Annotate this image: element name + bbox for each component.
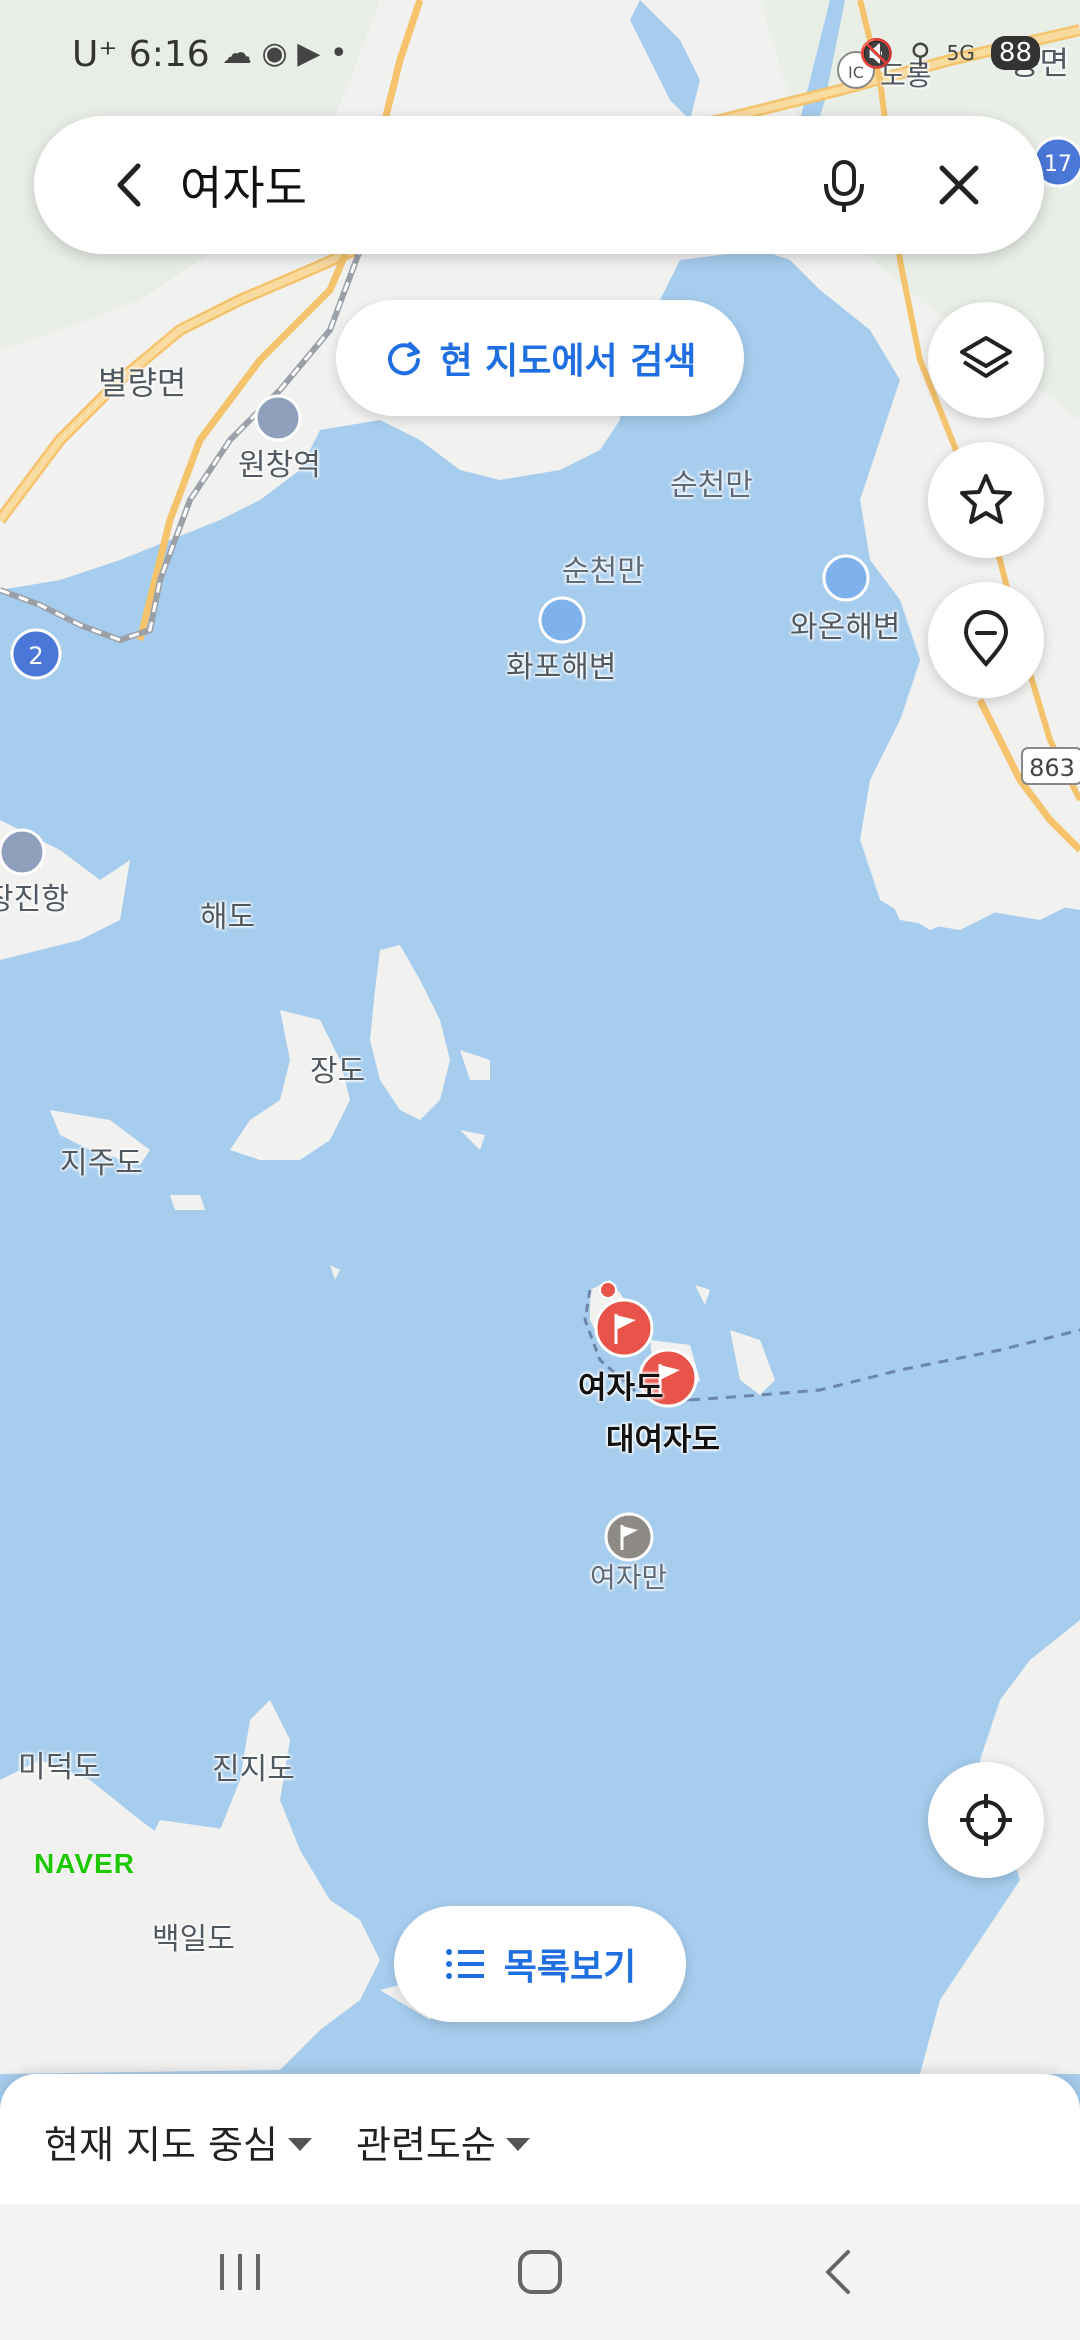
layers-icon: [960, 336, 1012, 378]
crosshair-icon: [960, 1794, 1012, 1846]
refresh-icon: [387, 342, 420, 376]
mute-icon: 🔇: [859, 36, 895, 70]
current-location-button[interactable]: [928, 1762, 1044, 1878]
network-type: 5G: [946, 41, 975, 65]
battery-icon: 88: [990, 36, 1040, 70]
search-current-map-button[interactable]: 현 지도에서 검색: [336, 300, 744, 416]
system-nav-bar: [0, 2204, 1080, 2340]
filter-sort-label: 관련도순: [356, 2123, 496, 2167]
map-label-byeolryang: 별량면: [98, 364, 187, 402]
map-label-mideokdo: 미덕도: [18, 1750, 101, 1785]
search-current-map-label: 현 지도에서 검색: [439, 341, 697, 382]
map-label-wonchang-station[interactable]: 원창역: [238, 440, 321, 484]
map-label-jangdo: 장도: [310, 1054, 366, 1089]
list-view-label: 목록보기: [503, 1947, 637, 1988]
location-icon: ⚲: [910, 36, 931, 70]
favorites-button[interactable]: [928, 442, 1044, 558]
filter-sort[interactable]: 관련도순: [356, 2114, 530, 2169]
map-label-jangjin-port[interactable]: 장진항: [0, 874, 69, 918]
location-pin-button[interactable]: [928, 582, 1044, 698]
star-icon: [960, 474, 1012, 524]
status-system-icons: 🔇 ⚲ 5G 88: [859, 36, 1040, 70]
map-label-yeojado[interactable]: 여자도: [578, 1362, 664, 1407]
route-863-text: 863: [1029, 754, 1075, 782]
map-label-wahon-beach[interactable]: 와온해변: [790, 602, 900, 646]
port-icon[interactable]: [0, 828, 46, 876]
beach-icon[interactable]: [822, 554, 870, 602]
map-pin-icon: [963, 610, 1009, 668]
train-station-icon[interactable]: [254, 394, 302, 442]
status-notification-icons: ☁ ◉ ▶ •: [222, 36, 348, 71]
close-icon[interactable]: [934, 160, 984, 210]
home-icon[interactable]: [500, 2240, 580, 2304]
map-label-suncheonman-2: 순천만: [562, 554, 645, 589]
microphone-icon[interactable]: [814, 156, 874, 216]
map-label-hwapo-beach[interactable]: 화포해변: [506, 642, 616, 686]
status-bar: U⁺ 6:16 ☁ ◉ ▶ • 🔇 ⚲ 5G 88: [0, 0, 1080, 110]
map-label-suncheonman-1: 순천만: [670, 468, 753, 503]
beach-icon[interactable]: [538, 596, 586, 644]
filter-map-center-label: 현재 지도 중심: [44, 2123, 278, 2167]
layers-button[interactable]: [928, 302, 1044, 418]
list-icon: [445, 1949, 484, 1979]
map-label-jijudo: 지주도: [60, 1146, 143, 1181]
back-arrow-icon[interactable]: [106, 160, 156, 210]
bottom-sheet[interactable]: 현재 지도 중심 관련도순: [0, 2074, 1080, 2204]
map-label-haedo: 해도: [200, 900, 256, 935]
map-label-jinjido: 진지도: [212, 1752, 295, 1787]
naver-logo: NAVER: [34, 1848, 135, 1879]
small-red-dot-icon: [598, 1280, 618, 1304]
route-17-text: 17: [1044, 152, 1072, 177]
caret-down-icon: [287, 2138, 312, 2151]
search-query-text[interactable]: 여자도: [180, 152, 307, 218]
list-view-button[interactable]: 목록보기: [394, 1906, 686, 2022]
filter-map-center[interactable]: 현재 지도 중심: [44, 2114, 312, 2169]
place-marker-yeojaman[interactable]: [604, 1512, 654, 1566]
caret-down-icon: [505, 2138, 530, 2151]
status-time: U⁺ 6:16: [72, 34, 210, 75]
map-label-daeyeojado[interactable]: 대여자도: [606, 1414, 720, 1459]
route-2-text: 2: [28, 642, 43, 670]
map-label-baegildo: 백일도: [152, 1922, 235, 1957]
back-icon[interactable]: [800, 2240, 880, 2304]
search-bar[interactable]: 여자도: [34, 116, 1044, 254]
recent-apps-icon[interactable]: [200, 2240, 280, 2304]
